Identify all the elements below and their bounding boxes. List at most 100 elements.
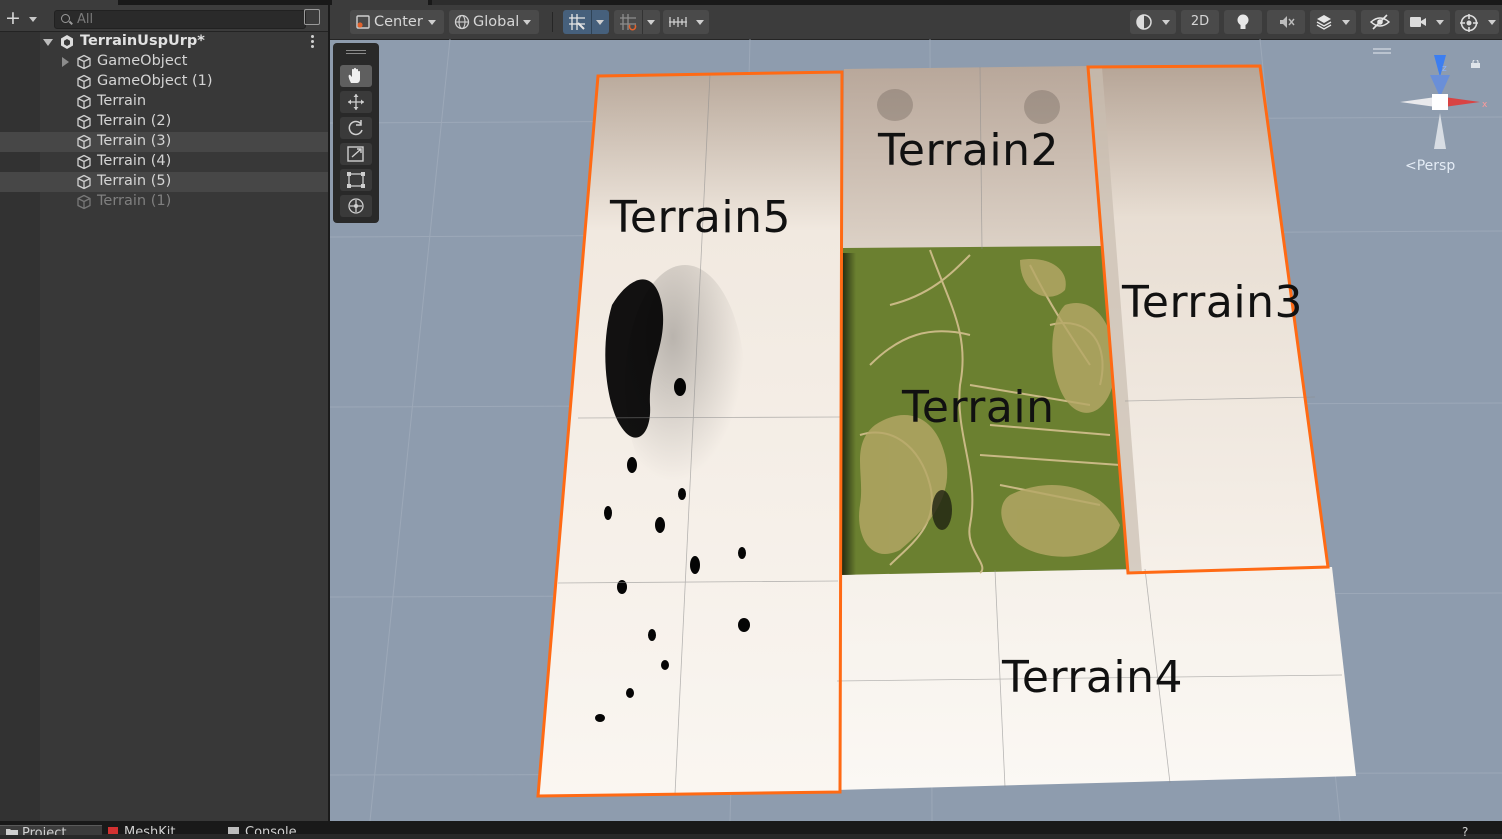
hierarchy-item[interactable]: Terrain (1) xyxy=(0,192,328,212)
move-tool-button[interactable] xyxy=(340,91,372,113)
help-icon[interactable]: ? xyxy=(1462,825,1470,839)
hierarchy-item-label: GameObject xyxy=(97,53,188,69)
gizmo-grip-icon[interactable] xyxy=(1373,48,1391,54)
toolbar-separator xyxy=(552,12,553,32)
more-options-icon[interactable] xyxy=(311,35,314,49)
overlay-grip-icon[interactable] xyxy=(346,50,366,54)
chevron-down-icon xyxy=(647,20,655,25)
rect-tool-button[interactable] xyxy=(340,169,372,191)
grid-snapping-button[interactable] xyxy=(563,10,609,34)
terrain5-shade xyxy=(625,265,745,505)
effects-dropdown[interactable] xyxy=(1310,10,1356,34)
increment-snap-icon xyxy=(620,14,637,31)
expand-arrow-icon[interactable] xyxy=(43,39,53,46)
scene-camera-dropdown[interactable] xyxy=(1404,10,1450,34)
rect-transform-icon xyxy=(347,172,365,188)
gizmo-center-cube[interactable] xyxy=(1432,94,1448,110)
scale-tool-button[interactable] xyxy=(340,143,372,165)
globe-icon xyxy=(454,14,470,30)
gameobject-cube-icon xyxy=(77,114,91,130)
create-button[interactable]: + xyxy=(5,8,39,28)
pivot-mode-dropdown[interactable]: Center xyxy=(350,10,444,34)
transform-icon xyxy=(348,198,364,214)
gameobject-cube-icon xyxy=(77,194,91,210)
console-tab-label: Console xyxy=(245,825,297,834)
terrain2-label: Terrain2 xyxy=(878,125,1059,176)
hidden-objects-button[interactable] xyxy=(1361,10,1399,34)
increment-snapping-button[interactable] xyxy=(614,10,660,34)
gameobject-cube-icon xyxy=(77,134,91,150)
unity-scene-icon xyxy=(61,35,73,49)
chevron-down-icon xyxy=(523,20,531,25)
rotate-tool-button[interactable] xyxy=(340,117,372,139)
hierarchy-item-label: Terrain (3) xyxy=(97,133,172,149)
audio-mute-icon xyxy=(1280,16,1295,28)
hierarchy-panel: + All TerrainUspUrp* GameObject GameObjec… xyxy=(0,5,328,821)
hierarchy-item[interactable]: Terrain (2) xyxy=(0,112,328,132)
chevron-down-icon xyxy=(29,17,37,22)
scene-audio-button[interactable] xyxy=(1267,10,1305,34)
chevron-down-icon xyxy=(696,20,704,25)
hierarchy-search-input[interactable]: All xyxy=(54,10,306,29)
terrain3-label: Terrain3 xyxy=(1122,277,1303,328)
hierarchy-toolbar: + All xyxy=(0,5,328,32)
hierarchy-item[interactable]: Terrain xyxy=(0,92,328,112)
console-icon xyxy=(228,827,239,834)
lightbulb-icon xyxy=(1237,14,1249,29)
hierarchy-item-label: Terrain (1) xyxy=(97,193,172,209)
hierarchy-item[interactable]: Terrain (4) xyxy=(0,152,328,172)
hierarchy-item-label: Terrain (4) xyxy=(97,153,172,169)
ruler-icon xyxy=(669,17,687,27)
meshkit-tab[interactable]: MeshKit xyxy=(108,825,208,834)
gameobject-cube-icon xyxy=(77,74,91,90)
search-by-type-icon[interactable] xyxy=(304,9,320,25)
gizmos-dropdown[interactable] xyxy=(1455,10,1499,34)
hierarchy-item-label: GameObject (1) xyxy=(97,73,213,89)
orientation-gizmo[interactable]: z x xyxy=(1392,55,1488,151)
gameobject-cube-icon xyxy=(77,174,91,190)
perspective-toggle[interactable]: <Persp xyxy=(1405,158,1455,174)
pivot-rotation-dropdown[interactable]: Global xyxy=(449,10,539,34)
terrain2-shadow xyxy=(1024,90,1060,124)
chevron-down-icon xyxy=(428,20,436,25)
tools-overlay xyxy=(333,43,379,223)
pivot-rotation-label: Global xyxy=(473,14,520,30)
terrain2-shadow xyxy=(877,89,913,121)
gameobject-cube-icon xyxy=(77,94,91,110)
hierarchy-item-label: Terrain (2) xyxy=(97,113,172,129)
transform-tool-button[interactable] xyxy=(340,195,372,217)
bottom-tab-strip: Project MeshKit Console ? xyxy=(0,821,1502,839)
eye-hidden-icon xyxy=(1370,14,1390,30)
scene-lighting-button[interactable] xyxy=(1224,10,1262,34)
hierarchy-item-label: Terrain (5) xyxy=(97,173,172,189)
chevron-down-icon xyxy=(596,20,604,25)
scene-toolbar: Center Global 2D xyxy=(330,5,1502,40)
scene-root-row[interactable]: TerrainUspUrp* xyxy=(0,32,328,52)
chevron-down-icon xyxy=(1342,20,1350,25)
terrain5-label: Terrain5 xyxy=(610,192,791,243)
layers-effects-icon xyxy=(1316,15,1332,30)
gameobject-cube-icon xyxy=(77,54,91,70)
draw-mode-dropdown[interactable] xyxy=(1130,10,1176,34)
hierarchy-item[interactable]: Terrain (5) xyxy=(0,172,328,192)
hierarchy-item[interactable]: Terrain (3) xyxy=(0,132,328,152)
gizmo-x-axis[interactable] xyxy=(1444,97,1480,107)
ruler-snap-button[interactable] xyxy=(663,10,709,34)
expand-arrow-icon[interactable] xyxy=(62,57,69,67)
terrain4-label: Terrain4 xyxy=(1002,652,1183,703)
meshkit-tab-label: MeshKit xyxy=(124,825,176,834)
chevron-down-icon xyxy=(1488,20,1496,25)
gizmo-icon xyxy=(1460,14,1478,32)
hierarchy-item[interactable]: GameObject xyxy=(0,52,328,72)
hierarchy-item[interactable]: GameObject (1) xyxy=(0,72,328,92)
hand-icon xyxy=(348,67,360,83)
toggle-2d-label: 2D xyxy=(1190,14,1210,29)
grid-snap-icon xyxy=(569,14,585,30)
meshkit-icon xyxy=(108,827,118,834)
svg-text:x: x xyxy=(1482,100,1488,110)
terrain-label: Terrain xyxy=(902,382,1055,433)
chevron-down-icon xyxy=(1436,20,1444,25)
toggle-2d-button[interactable]: 2D xyxy=(1181,10,1219,34)
console-tab[interactable]: Console xyxy=(228,825,328,834)
hand-tool-button[interactable] xyxy=(340,65,372,87)
